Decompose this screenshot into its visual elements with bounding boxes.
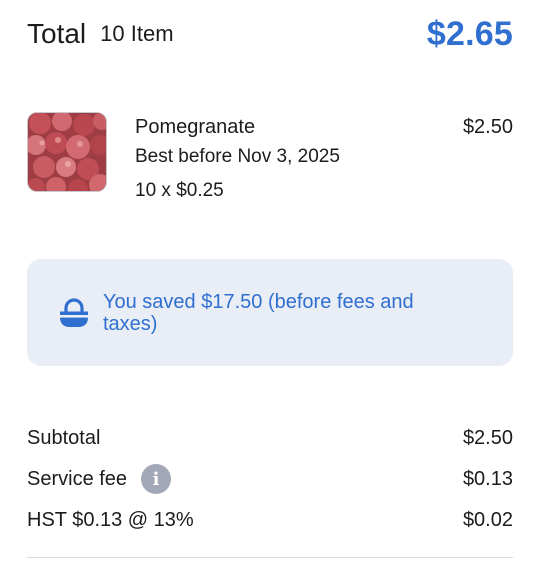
savings-text: You saved $17.50 (before fees and taxes) bbox=[103, 290, 414, 335]
item-quantity: 10 x $0.25 bbox=[135, 180, 224, 201]
divider bbox=[27, 557, 513, 558]
total-amount: $2.65 bbox=[426, 14, 513, 53]
item-price: $2.50 bbox=[462, 116, 513, 138]
pomegranate-image bbox=[27, 112, 107, 192]
item-name: Pomegranate bbox=[135, 116, 256, 138]
hst-label: HST $0.13 @ 13% bbox=[27, 508, 194, 531]
total-label: Total bbox=[27, 18, 87, 49]
service-fee-label: Service fee bbox=[27, 467, 128, 490]
service-fee-row: Service fee i $0.13 bbox=[27, 463, 513, 495]
info-icon[interactable]: i bbox=[141, 464, 172, 494]
basket-icon bbox=[60, 297, 88, 327]
order-total-header: Total 10 Item $2.65 bbox=[27, 12, 513, 56]
subtotal-row: Subtotal $2.50 bbox=[27, 422, 513, 454]
item-details: Pomegranate Best before Nov 3, 2025 10 x… bbox=[135, 112, 340, 206]
service-fee-value: $0.13 bbox=[462, 467, 513, 490]
item-count: 10 Item bbox=[100, 21, 174, 46]
subtotal-label: Subtotal bbox=[27, 426, 101, 449]
hst-value: $0.02 bbox=[462, 508, 513, 531]
order-item: Pomegranate Best before Nov 3, 2025 10 x… bbox=[27, 112, 513, 212]
subtotal-value: $2.50 bbox=[462, 426, 513, 449]
hst-row: HST $0.13 @ 13% $0.02 bbox=[27, 504, 513, 536]
savings-banner: You saved $17.50 (before fees and taxes) bbox=[27, 259, 513, 366]
item-best-before: Best before Nov 3, 2025 bbox=[135, 146, 340, 167]
